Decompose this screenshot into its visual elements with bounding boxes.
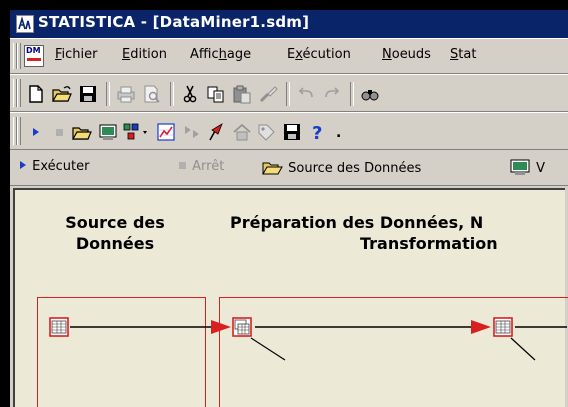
menu-fichier[interactable]: Fichier xyxy=(55,47,98,62)
stop-button[interactable]: Arrêt xyxy=(178,159,224,174)
workspace-icon[interactable] xyxy=(182,122,202,142)
arrow-icon[interactable] xyxy=(206,122,226,142)
format-painter-icon[interactable] xyxy=(258,84,278,104)
toolbar-separator xyxy=(350,82,354,106)
stop-icon xyxy=(179,162,186,169)
play-icon xyxy=(20,161,26,169)
save-icon[interactable] xyxy=(78,84,98,104)
open-icon[interactable] xyxy=(71,122,92,142)
find-icon[interactable] xyxy=(360,84,380,104)
run-label: Exécuter xyxy=(32,159,90,174)
open-icon[interactable] xyxy=(51,84,72,104)
tag-icon[interactable] xyxy=(256,122,276,142)
toolbar-separator xyxy=(170,82,174,106)
menu-noeuds[interactable]: Noeuds xyxy=(382,47,431,62)
menu-execution[interactable]: Exécution xyxy=(287,47,351,62)
window-title: STATISTICA - [DataMiner1.sdm] xyxy=(38,13,310,31)
undo-icon[interactable] xyxy=(296,84,316,104)
print-icon[interactable] xyxy=(116,84,136,104)
stop-icon[interactable] xyxy=(50,122,70,142)
graph-icon[interactable] xyxy=(156,122,176,142)
toolbar-grip-2[interactable] xyxy=(17,117,21,145)
open-folder-icon xyxy=(262,162,283,175)
next-button[interactable]: V xyxy=(510,159,545,176)
execution-toolbar: Exécuter Arrêt Source des Données V xyxy=(10,150,568,186)
menu-bar: DM Fichier Edition Affichage Exécution N… xyxy=(10,38,568,74)
redo-icon[interactable] xyxy=(322,84,342,104)
transformation-node-icon[interactable] xyxy=(493,317,513,337)
data-source-node-icon[interactable] xyxy=(49,317,69,337)
new-icon[interactable] xyxy=(26,84,46,104)
data-source-label: Source des Données xyxy=(288,161,422,176)
run-icon[interactable] xyxy=(26,122,46,142)
app-window: STATISTICA - [DataMiner1.sdm] DM Fichier… xyxy=(10,10,568,407)
home-icon[interactable] xyxy=(232,122,252,142)
statistica-app-icon[interactable] xyxy=(16,15,34,33)
menu-affichage[interactable]: Affichage xyxy=(190,47,251,62)
stop-label: Arrêt xyxy=(192,159,225,174)
connection-arrows xyxy=(70,320,567,361)
help-icon[interactable]: ? xyxy=(308,122,328,144)
cut-icon[interactable] xyxy=(180,84,200,104)
print-preview-icon[interactable] xyxy=(142,84,162,104)
dm-icon-label: DM xyxy=(26,46,41,55)
data-source-button[interactable]: Source des Données xyxy=(262,159,421,176)
save-icon[interactable] xyxy=(282,122,302,142)
next-label: V xyxy=(536,161,546,176)
toolbar-overflow[interactable]: . xyxy=(336,125,341,141)
copy-icon[interactable] xyxy=(206,84,226,104)
svg-text:?: ? xyxy=(312,123,322,142)
menu-grip-2[interactable] xyxy=(17,43,21,69)
dm-document-icon[interactable]: DM xyxy=(24,45,44,67)
dataminer-toolbar: ? . xyxy=(10,112,568,150)
node-browser-icon[interactable] xyxy=(122,122,150,142)
data-source-icon[interactable] xyxy=(98,122,118,142)
standard-toolbar xyxy=(10,74,568,112)
menu-statistiques[interactable]: Stat xyxy=(450,47,476,62)
toolbar-separator xyxy=(286,82,290,106)
toolbar-grip-2[interactable] xyxy=(17,79,21,107)
run-button[interactable]: Exécuter xyxy=(18,159,89,174)
paste-icon[interactable] xyxy=(232,84,252,104)
menu-edition[interactable]: Edition xyxy=(122,47,167,62)
data-prep-node-icon[interactable] xyxy=(232,317,252,337)
title-bar[interactable]: STATISTICA - [DataMiner1.sdm] xyxy=(10,10,568,38)
data-window-icon xyxy=(510,159,530,175)
toolbar-separator xyxy=(106,82,110,106)
workspace-canvas[interactable]: Source des Données Préparation des Donné… xyxy=(13,188,568,407)
